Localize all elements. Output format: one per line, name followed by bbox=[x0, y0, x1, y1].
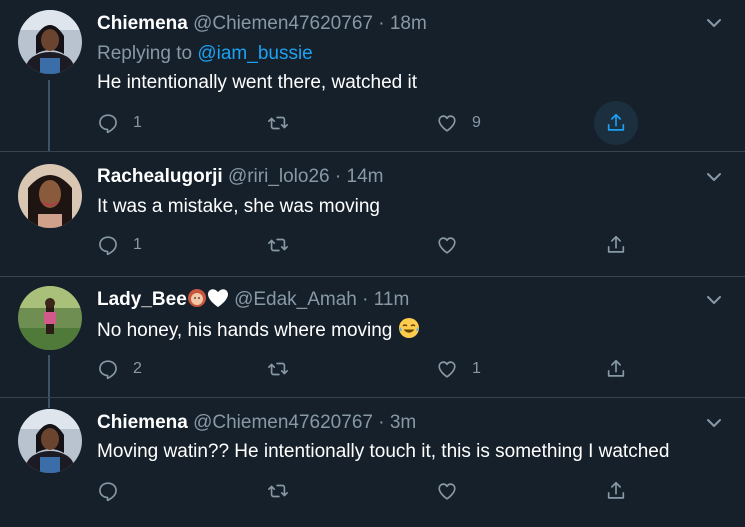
reply-count: 1 bbox=[133, 236, 142, 253]
chevron-down-icon[interactable] bbox=[705, 291, 723, 309]
reply-icon bbox=[99, 236, 117, 256]
tweet-header: Lady_Bee @Edak_Amah · 11m bbox=[97, 288, 409, 315]
display-name[interactable]: Lady_Bee bbox=[97, 289, 187, 310]
like-icon bbox=[438, 361, 456, 378]
tweet-text: He intentionally went there, watched it bbox=[97, 72, 418, 93]
like-button[interactable] bbox=[436, 477, 472, 505]
tweet-actions: 1 9 bbox=[97, 101, 638, 145]
avatar[interactable] bbox=[18, 10, 82, 74]
tweet-header: Rachealugorji @riri_lolo26 · 14m bbox=[97, 165, 383, 189]
reply-icon bbox=[99, 114, 117, 134]
separator: · bbox=[362, 289, 369, 310]
tweet-text-body: No honey, his hands where moving bbox=[97, 320, 393, 341]
tweet-4[interactable]: Chiemena @Chiemen47620767 · 3m Moving wa… bbox=[0, 398, 745, 527]
chevron-down-icon[interactable] bbox=[705, 168, 723, 186]
reply-button[interactable]: 1 bbox=[97, 109, 142, 137]
tweet-header: Chiemena @Chiemen47620767 · 3m bbox=[97, 411, 416, 435]
user-handle[interactable]: @Chiemen47620767 bbox=[193, 13, 373, 34]
timestamp[interactable]: 14m bbox=[347, 166, 384, 187]
avatar[interactable] bbox=[18, 164, 82, 228]
retweet-icon bbox=[268, 116, 288, 130]
like-button[interactable]: 1 bbox=[436, 355, 481, 383]
tweet-1[interactable]: Chiemena @Chiemen47620767 · 18m Replying… bbox=[0, 0, 745, 151]
tweet-actions: 2 1 bbox=[97, 355, 637, 383]
reply-icon bbox=[99, 482, 117, 502]
separator: · bbox=[334, 166, 342, 187]
retweet-button[interactable] bbox=[267, 477, 303, 505]
like-icon bbox=[438, 483, 456, 500]
retweet-icon bbox=[268, 238, 288, 252]
like-count: 9 bbox=[472, 114, 481, 131]
tears-of-joy-emoji bbox=[398, 317, 420, 346]
display-name[interactable]: Chiemena bbox=[97, 13, 188, 34]
thread-line bbox=[48, 355, 50, 397]
replying-to: Replying to @iam_bussie bbox=[97, 42, 313, 66]
chevron-down-icon[interactable] bbox=[705, 414, 723, 432]
chevron-down-icon[interactable] bbox=[705, 14, 723, 32]
retweet-icon bbox=[268, 484, 288, 498]
tweet-actions bbox=[97, 477, 637, 505]
avatar[interactable] bbox=[18, 286, 82, 350]
replying-handle-link[interactable]: @iam_bussie bbox=[197, 43, 312, 64]
share-button[interactable] bbox=[605, 477, 627, 505]
retweet-button[interactable] bbox=[267, 355, 303, 383]
user-handle[interactable]: @Edak_Amah bbox=[234, 289, 357, 310]
like-icon bbox=[438, 237, 456, 254]
thread-line bbox=[48, 80, 50, 151]
like-count: 1 bbox=[472, 360, 481, 377]
share-icon bbox=[607, 113, 625, 131]
display-name[interactable]: Rachealugorji bbox=[97, 166, 223, 187]
retweet-icon bbox=[268, 362, 288, 376]
share-icon bbox=[607, 359, 625, 377]
share-icon bbox=[607, 481, 625, 499]
display-name[interactable]: Chiemena bbox=[97, 412, 188, 433]
retweet-button[interactable] bbox=[267, 109, 303, 137]
replying-prefix: Replying to bbox=[97, 43, 198, 64]
thread-line bbox=[48, 398, 50, 408]
reply-count: 2 bbox=[133, 360, 142, 377]
tweet-text: Moving watin?? He intentionally touch it… bbox=[97, 441, 670, 462]
share-icon bbox=[607, 235, 625, 253]
tweet-header: Chiemena @Chiemen47620767 · 18m bbox=[97, 12, 427, 36]
timestamp[interactable]: 11m bbox=[374, 289, 410, 310]
tweet-text: No honey, his hands where moving bbox=[97, 317, 420, 346]
reply-button[interactable]: 2 bbox=[97, 355, 142, 383]
avatar[interactable] bbox=[18, 409, 82, 473]
timestamp[interactable]: 3m bbox=[390, 412, 416, 433]
reply-icon bbox=[99, 360, 117, 380]
tweet-2[interactable]: Rachealugorji @riri_lolo26 · 14m It was … bbox=[0, 152, 745, 276]
retweet-button[interactable] bbox=[267, 231, 303, 259]
user-handle[interactable]: @Chiemen47620767 bbox=[193, 412, 373, 433]
separator: · bbox=[378, 412, 385, 433]
like-button[interactable]: 9 bbox=[436, 109, 481, 137]
share-button[interactable] bbox=[605, 231, 627, 259]
white-heart-emoji bbox=[207, 288, 229, 315]
woman-face-emoji bbox=[187, 288, 207, 315]
share-button[interactable] bbox=[605, 109, 627, 137]
like-icon bbox=[438, 115, 456, 132]
tweet-text: It was a mistake, she was moving bbox=[97, 196, 380, 217]
reply-button[interactable] bbox=[97, 477, 133, 505]
share-button[interactable] bbox=[605, 355, 627, 383]
tweet-3[interactable]: Lady_Bee @Edak_Amah · 11m No honey, his … bbox=[0, 277, 745, 397]
tweet-actions: 1 bbox=[97, 231, 637, 259]
like-button[interactable] bbox=[436, 231, 472, 259]
timestamp[interactable]: 18m bbox=[390, 13, 427, 34]
reply-count: 1 bbox=[133, 114, 142, 131]
user-handle[interactable]: @riri_lolo26 bbox=[228, 166, 330, 187]
separator: · bbox=[378, 13, 385, 34]
reply-button[interactable]: 1 bbox=[97, 231, 142, 259]
